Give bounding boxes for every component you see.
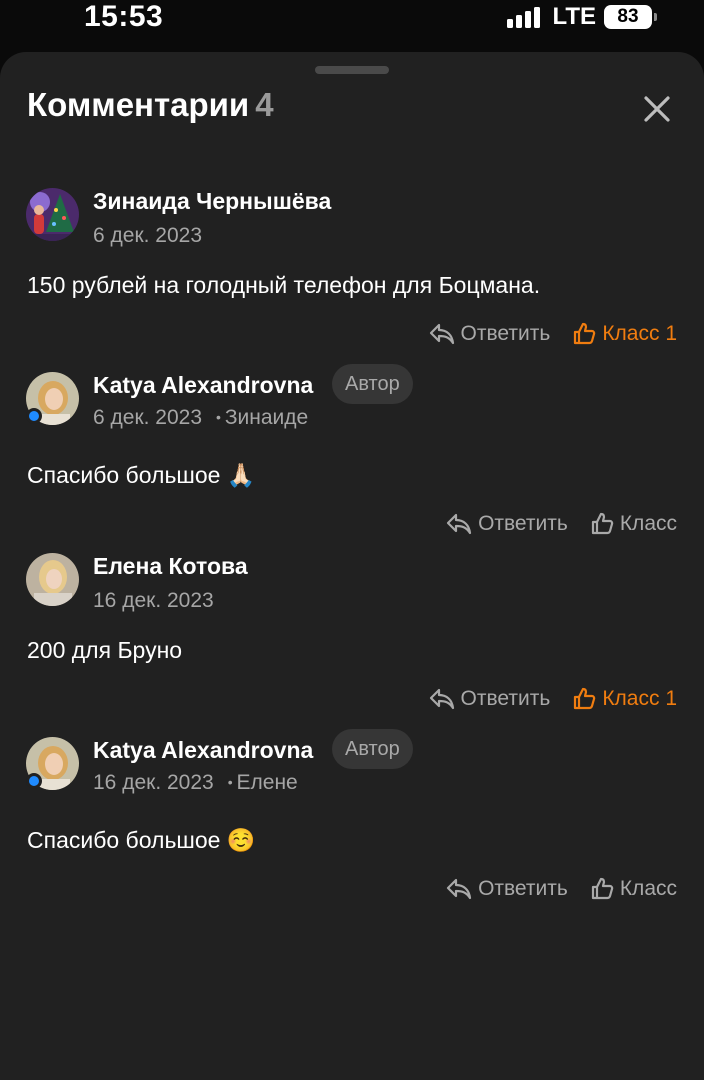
status-indicators: LTE 83 [507,3,657,30]
like-button[interactable]: Класс [590,877,677,901]
reply-label: Ответить [478,877,568,900]
comment-actions: Ответить Класс [446,512,677,536]
comment-author[interactable]: Елена Котова [93,553,248,580]
reply-label: Ответить [478,512,568,535]
status-bar: 15:53 LTE 83 [0,0,704,40]
avatar[interactable] [26,372,79,425]
comment-date: 16 дек. 2023 [93,771,214,794]
avatar[interactable] [26,188,79,241]
like-button[interactable]: Класс [590,512,677,536]
comment-count: 4 [255,86,274,123]
comment-text: Спасибо большое 🙏🏻 [27,462,256,488]
comment-author[interactable]: Katya Alexandrovna [93,372,313,399]
author-badge: Автор [332,729,413,769]
reply-label: Ответить [460,687,551,710]
like-button[interactable]: Класс 1 [572,687,677,711]
comment-actions: Ответить Класс 1 [429,687,677,711]
reply-button[interactable]: Ответить [446,512,568,536]
comment-meta: 16 дек. 2023 [93,589,214,613]
comment-actions: Ответить Класс [446,877,677,901]
close-button[interactable] [636,88,678,130]
reply-button[interactable]: Ответить [429,687,551,711]
thumbs-up-icon [574,687,596,710]
comment-meta: 16 дек. 2023 Елене [93,771,298,795]
comments-sheet: Комментарии 4 Зинаида Чернышёва 6 дек. 2… [0,52,704,1080]
reply-icon [446,878,472,900]
comment-meta: 6 дек. 2023 Зинаиде [93,406,308,430]
network-label: LTE [552,3,596,30]
reply-to-name[interactable]: Зинаиде [216,406,308,429]
sheet-grabber[interactable] [315,66,389,74]
reply-icon [446,513,472,535]
online-indicator [26,773,42,789]
reply-label: Ответить [460,322,551,345]
signal-icon [507,6,541,28]
reply-to-name[interactable]: Елене [228,771,298,794]
comment-author[interactable]: Зинаида Чернышёва [93,188,331,215]
comment-date: 6 дек. 2023 [93,224,203,247]
comment-text: 150 рублей на голодный телефон для Боцма… [27,272,541,298]
reply-button[interactable]: Ответить [446,877,568,901]
comment-actions: Ответить Класс 1 [429,322,677,346]
reply-icon [429,323,454,345]
sheet-title-label: Комментарии [27,86,250,123]
comment-text: Спасибо большое ☺️ [27,827,256,853]
avatar[interactable] [26,553,79,606]
like-label: Класс [619,877,677,900]
author-badge: Автор [332,364,413,404]
comment-date: 16 дек. 2023 [93,589,214,612]
close-icon [644,96,670,122]
comment-date: 6 дек. 2023 [93,406,203,429]
comment-text: 200 для Бруно [27,637,183,663]
battery-level: 83 [617,6,639,27]
thumbs-up-icon [591,512,614,535]
reply-button[interactable]: Ответить [429,322,551,346]
comment-author[interactable]: Katya Alexandrovna [93,737,313,764]
like-label: Класс 1 [602,687,677,710]
thumbs-up-icon [591,877,614,900]
status-time: 15:53 [84,0,164,33]
like-button[interactable]: Класс 1 [572,322,677,346]
like-label: Класс 1 [602,322,677,345]
battery-icon: 83 [604,5,657,29]
thumbs-up-icon [574,322,596,345]
online-indicator [26,408,42,424]
sheet-title: Комментарии 4 [27,86,274,124]
like-label: Класс [619,512,677,535]
comment-meta: 6 дек. 2023 [93,224,202,248]
avatar[interactable] [26,737,79,790]
reply-icon [429,688,454,710]
